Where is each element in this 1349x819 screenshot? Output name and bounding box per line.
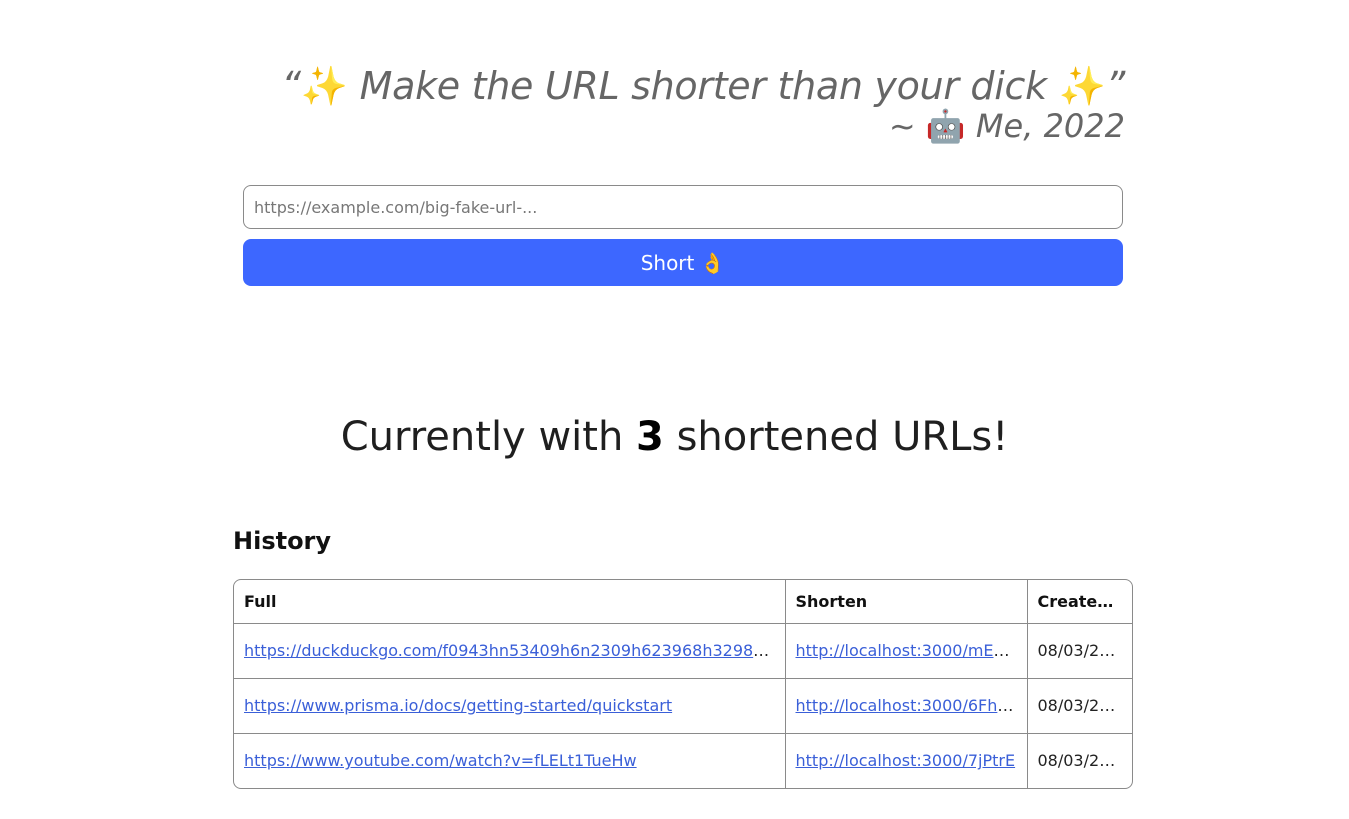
full-url-cell: https://www.youtube.com/watch?v=fLELt1Tu… <box>234 733 786 788</box>
short-url-link[interactable]: http://localhost:3000/6FhmEh <box>796 696 1027 715</box>
counter-suffix: shortened URLs! <box>676 414 1009 460</box>
short-url-link[interactable]: http://localhost:3000/mE5E8k <box>796 641 1027 660</box>
sparkles-icon: ✨ <box>300 64 348 108</box>
close-quote-mark: ” <box>1105 64 1126 108</box>
full-url-link[interactable]: https://www.prisma.io/docs/getting-start… <box>244 696 672 715</box>
url-counter: Currently with 3 shortened URLs! <box>0 410 1349 464</box>
column-header-shorten: Shorten <box>785 580 1028 624</box>
robot-icon: 🤖 <box>925 107 966 145</box>
history-heading: History <box>233 527 332 555</box>
open-quote-mark: “ <box>281 64 301 108</box>
attribution-text: Me, 2022 <box>975 107 1125 145</box>
counter-value: 3 <box>636 414 664 460</box>
created-at-cell: 08/03/2023 <box>1037 751 1130 771</box>
hero-quote: “✨ Make the URL shorter than your dick ✨… <box>243 58 1125 146</box>
attribution-tilde: ~ <box>888 107 916 145</box>
full-url-cell: https://www.prisma.io/docs/getting-start… <box>234 678 786 734</box>
ok-hand-icon: 👌 <box>700 250 726 275</box>
full-url-link[interactable]: https://duckduckgo.com/f0943hn53409h6n23… <box>244 641 784 660</box>
short-url-cell: http://localhost:3000/mE5E8k <box>785 623 1028 679</box>
url-input[interactable] <box>243 185 1123 229</box>
table-row: https://www.prisma.io/docs/getting-start… <box>234 678 1132 734</box>
column-header-created-at: Created at <box>1027 580 1132 624</box>
history-table-container: Full Shorten Created at https://duckduck… <box>233 579 1133 789</box>
created-at-cell: 08/03/2023 <box>1027 678 1132 734</box>
quote-text: Make the URL shorter than your dick <box>359 64 1048 108</box>
counter-prefix: Currently with <box>340 414 624 460</box>
short-url-cell: http://localhost:3000/7jPtrE <box>785 733 1028 788</box>
full-url-cell: https://duckduckgo.com/f0943hn53409h6n23… <box>234 623 786 679</box>
full-url-link[interactable]: https://www.youtube.com/watch?v=fLELt1Tu… <box>244 751 637 770</box>
short-url-link[interactable]: http://localhost:3000/7jPtrE <box>796 751 1016 770</box>
history-table: Full Shorten Created at https://duckduck… <box>234 580 1132 788</box>
short-url-cell: http://localhost:3000/6FhmEh <box>785 678 1028 734</box>
table-header-row: Full Shorten Created at <box>234 580 1132 624</box>
table-row: https://duckduckgo.com/f0943hn53409h6n23… <box>234 623 1132 679</box>
created-at-cell: 08/03/2023 <box>1027 623 1132 679</box>
short-button-label: Short <box>640 250 695 275</box>
short-button[interactable]: Short 👌 <box>243 239 1123 286</box>
table-row: https://www.youtube.com/watch?v=fLELt1Tu… <box>234 733 1132 788</box>
column-header-full: Full <box>234 580 786 624</box>
